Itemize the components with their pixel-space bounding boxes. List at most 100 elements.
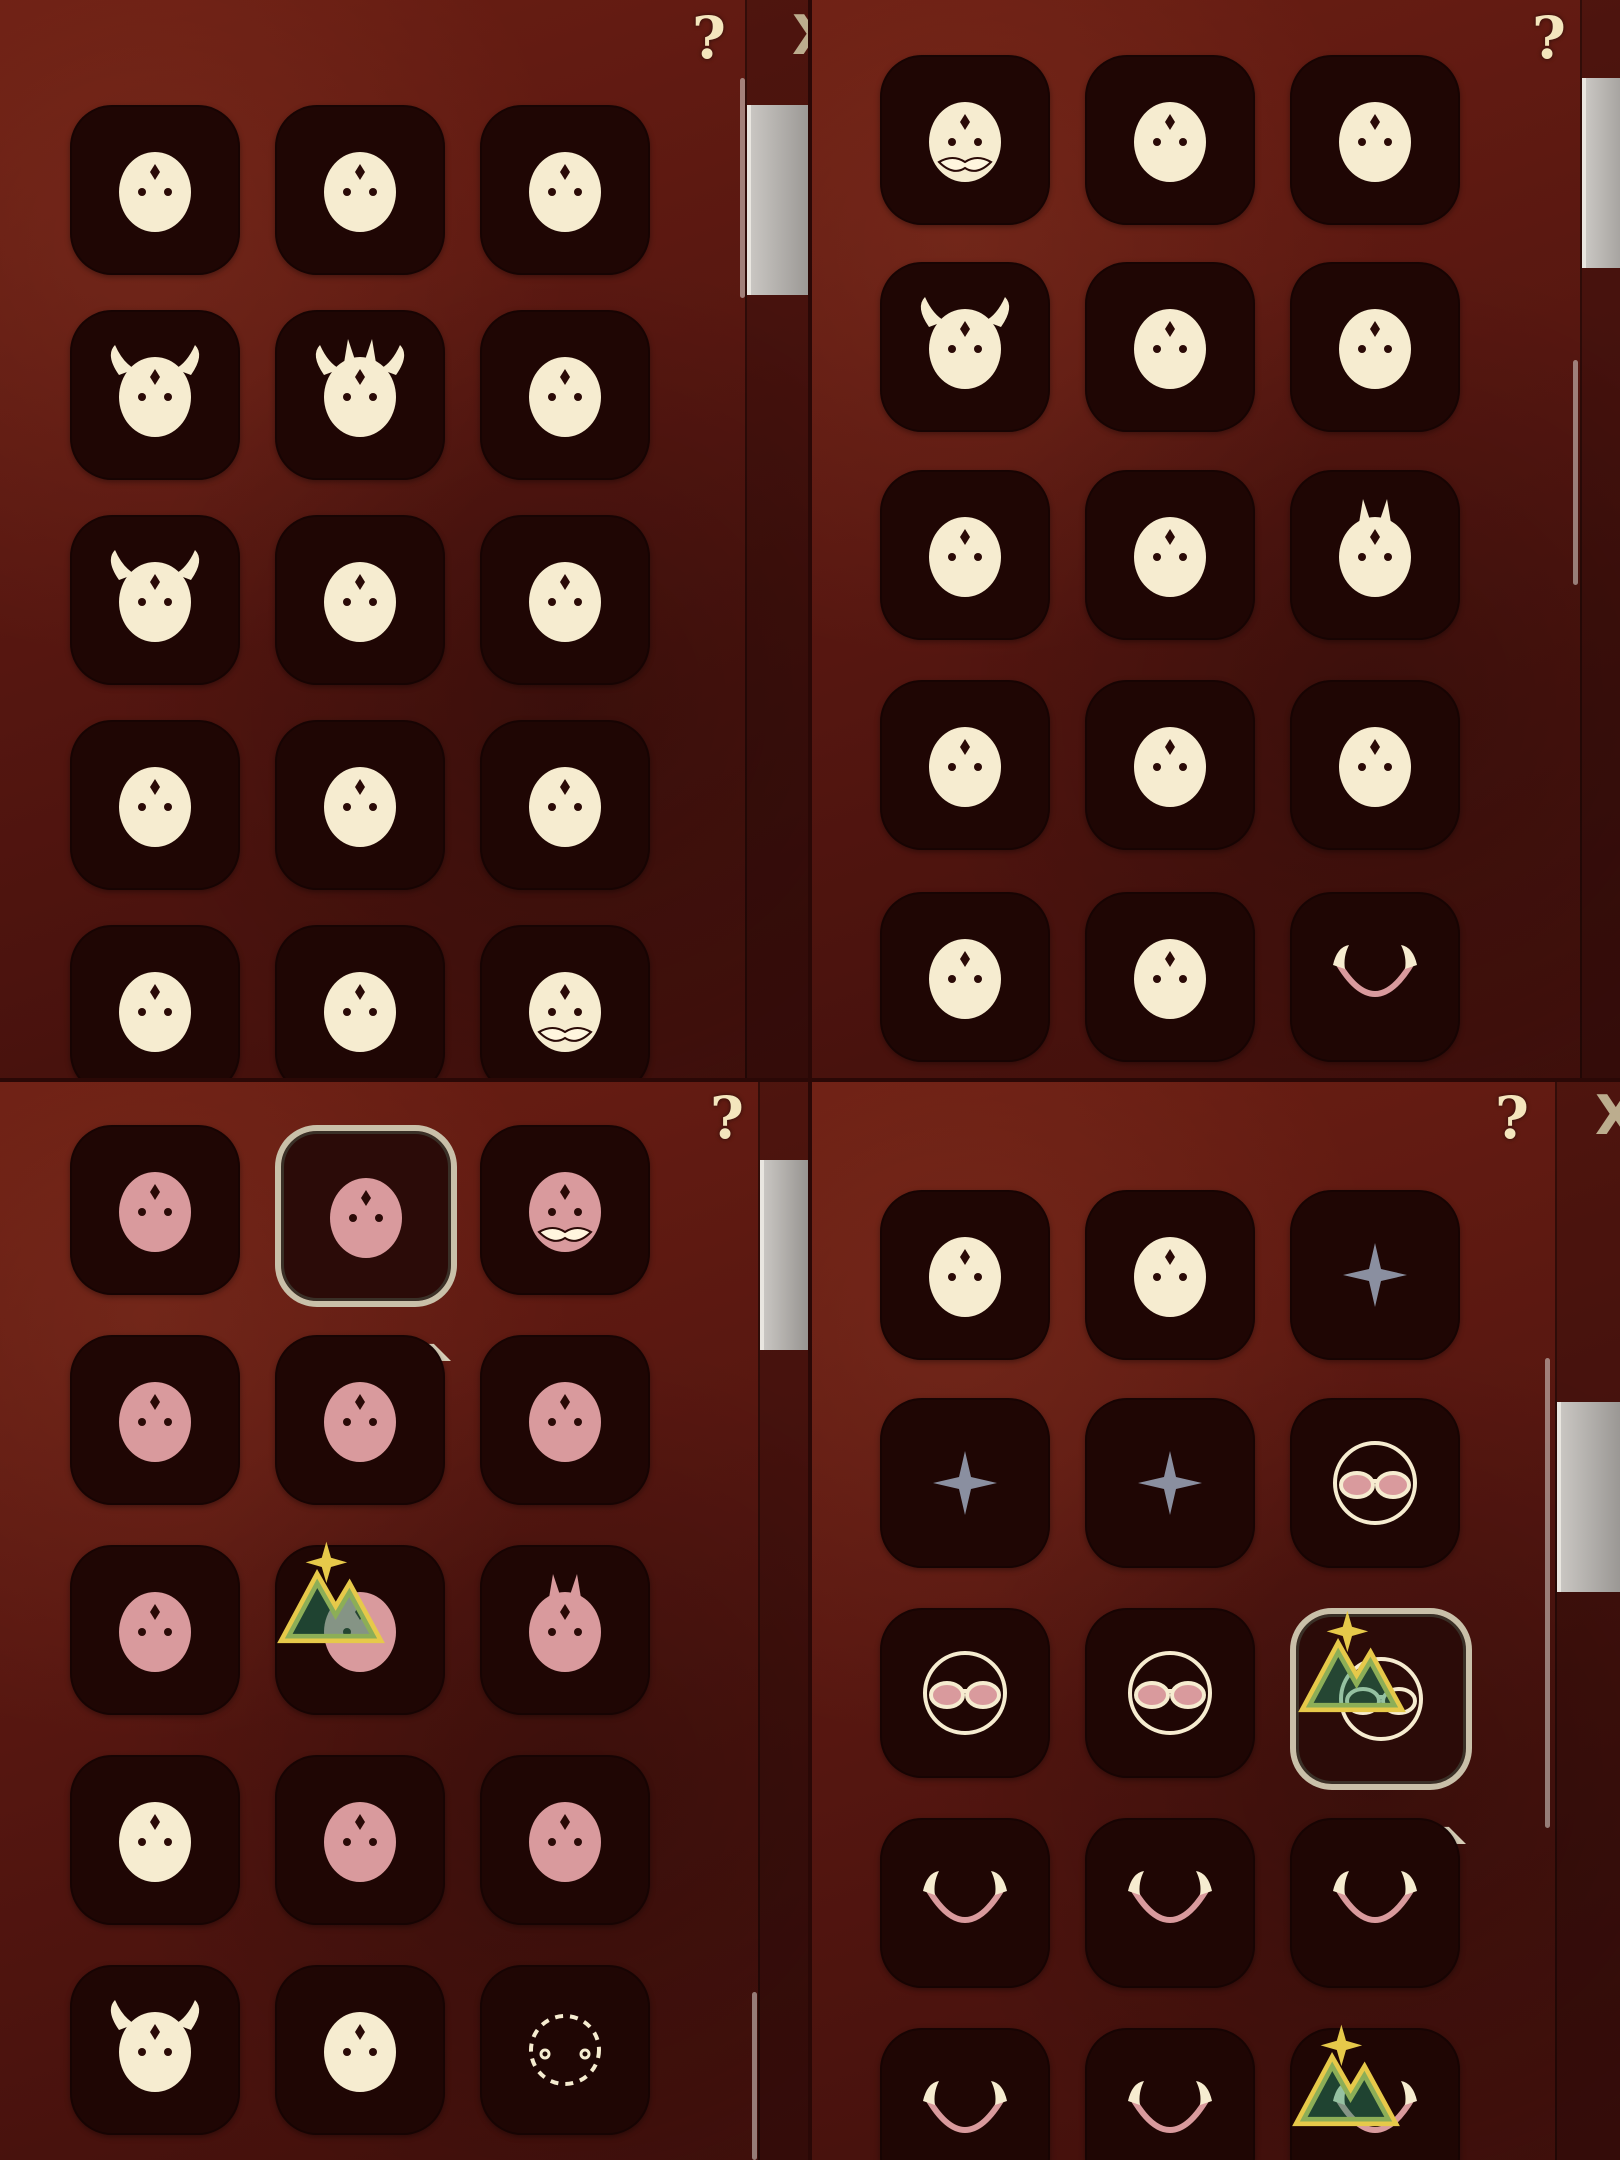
scrollbar[interactable] <box>1573 360 1578 585</box>
mask-item-tile[interactable] <box>70 925 240 1080</box>
mask-item-tile[interactable] <box>880 55 1050 225</box>
mask-item-tile[interactable] <box>1290 680 1460 850</box>
mask-item-tile[interactable] <box>1085 2028 1255 2160</box>
warrior-pink-mask-icon <box>119 1592 191 1672</box>
blush-cheeks-mask-icon <box>324 1802 396 1882</box>
mask-item-tile[interactable] <box>880 1398 1050 1568</box>
mask-item-tile[interactable] <box>1085 55 1255 225</box>
mask-item-tile[interactable] <box>480 925 650 1080</box>
mask-item-tile[interactable] <box>275 310 445 480</box>
crab-knight-mask-icon <box>1134 309 1206 389</box>
mask-item-tile[interactable] <box>1085 1608 1255 1778</box>
mask-item-tile[interactable] <box>1085 892 1255 1062</box>
new-item-badge-icon <box>1298 1610 1406 1713</box>
help-button[interactable]: ? <box>1532 4 1566 72</box>
mask-item-tile[interactable] <box>480 1965 650 2135</box>
mask-item-tile[interactable] <box>275 1335 445 1505</box>
pigeon-mask-icon <box>929 727 1001 807</box>
rabbit-mask-icon <box>1339 499 1411 597</box>
mask-item-tile[interactable] <box>275 1125 457 1361</box>
mask-item-tile[interactable] <box>275 1755 445 1925</box>
scrollbar[interactable] <box>1545 1358 1550 1828</box>
mask-item-tile[interactable] <box>880 892 1050 1062</box>
mask-item-tile[interactable] <box>880 2028 1050 2160</box>
mask-item-tile[interactable] <box>1290 1608 1472 1844</box>
mustache-pink-mask-icon <box>529 1172 601 1252</box>
mask-item-tile[interactable] <box>1290 1398 1460 1568</box>
mask-panel-1: ? X <box>0 0 810 1080</box>
mask-item-tile[interactable] <box>1290 55 1460 225</box>
blush-mask-icon <box>529 562 601 642</box>
mask-item-tile[interactable] <box>1085 1190 1255 1360</box>
category-tab-masks[interactable] <box>747 105 810 295</box>
v-mark-mask-icon <box>119 972 191 1052</box>
help-button[interactable]: ? <box>692 4 726 72</box>
category-tab-masks[interactable] <box>1582 78 1620 268</box>
mask-item-tile[interactable] <box>70 515 240 685</box>
mask-item-tile[interactable] <box>1290 892 1460 1062</box>
tear-mask-icon <box>324 767 396 847</box>
mask-item-tile[interactable] <box>275 1965 445 2135</box>
mask-item-tile[interactable] <box>70 1965 240 2135</box>
mask-item-tile[interactable] <box>880 262 1050 432</box>
mask-item-tile[interactable] <box>70 310 240 480</box>
mask-item-tile[interactable] <box>1290 2024 1460 2160</box>
flame-pink-mask-icon <box>119 1382 191 1462</box>
mask-item-tile[interactable] <box>70 720 240 890</box>
mask-panel-3: ? <box>0 1080 810 2160</box>
scrollbar[interactable] <box>752 1992 757 2160</box>
mask-item-tile[interactable] <box>1085 1398 1255 1568</box>
help-button[interactable]: ? <box>710 1084 744 1152</box>
antler-pink-mask-icon <box>529 1382 601 1462</box>
mask-item-tile[interactable] <box>480 310 650 480</box>
rose-mask-icon <box>529 1802 601 1882</box>
mask-item-tile[interactable] <box>275 925 445 1080</box>
mask-item-tile[interactable] <box>880 470 1050 640</box>
mask-item-tile[interactable] <box>1085 262 1255 432</box>
mask-item-tile[interactable] <box>880 680 1050 850</box>
mask-item-tile[interactable] <box>880 1608 1050 1778</box>
mask-item-tile[interactable] <box>1085 470 1255 640</box>
selected-indicator <box>1346 1772 1466 1844</box>
mask-item-tile[interactable] <box>480 1755 650 1925</box>
eyepatch-mask-icon <box>1134 939 1206 1019</box>
blush-mask-alt-icon <box>119 767 191 847</box>
mask-item-tile[interactable] <box>480 105 650 275</box>
category-tab-accessories[interactable] <box>1557 1402 1620 1592</box>
crowned-cat-mask-icon <box>929 1237 1001 1317</box>
mask-item-tile[interactable] <box>480 1545 650 1715</box>
new-item-badge-icon <box>1292 2024 1400 2127</box>
mask-item-tile[interactable] <box>480 720 650 890</box>
empty-sparkle-icon <box>1138 1451 1202 1515</box>
old-beard-mask-icon <box>929 102 1001 182</box>
category-tab-masks[interactable] <box>760 1160 810 1350</box>
mask-item-tile[interactable] <box>70 1755 240 1925</box>
mask-item-tile[interactable] <box>70 105 240 275</box>
help-button[interactable]: ? <box>1495 1084 1529 1152</box>
mask-item-tile[interactable] <box>880 1190 1050 1360</box>
fleur-mask-icon <box>929 939 1001 1019</box>
category-sidebar <box>758 1080 810 2160</box>
mask-item-tile[interactable] <box>480 1335 650 1505</box>
mask-item-tile[interactable] <box>70 1125 240 1295</box>
mask-item-tile[interactable] <box>70 1335 240 1505</box>
fox-mask-icon <box>315 339 405 437</box>
mask-item-tile[interactable] <box>1290 470 1460 640</box>
tusk-necklace-icon <box>923 2081 1007 2133</box>
mask-item-tile[interactable] <box>480 1125 650 1295</box>
mask-item-tile[interactable] <box>275 105 445 275</box>
feather-crest-mask-icon <box>1339 727 1411 807</box>
mask-item-tile[interactable] <box>275 515 445 685</box>
crab-pink-mask-icon <box>324 1382 396 1462</box>
mask-item-tile[interactable] <box>1085 680 1255 850</box>
mask-item-tile[interactable] <box>275 720 445 890</box>
mask-item-tile[interactable] <box>480 515 650 685</box>
star-eyes-pink-mask-icon <box>330 1178 402 1258</box>
mask-item-tile[interactable] <box>880 1818 1050 1988</box>
mask-item-tile[interactable] <box>1290 1190 1460 1360</box>
mask-item-tile[interactable] <box>70 1545 240 1715</box>
mask-item-tile[interactable] <box>1290 262 1460 432</box>
mask-item-tile[interactable] <box>275 1541 445 1715</box>
mask-item-tile[interactable] <box>1085 1818 1255 1988</box>
mask-item-tile[interactable] <box>1290 1818 1460 1988</box>
